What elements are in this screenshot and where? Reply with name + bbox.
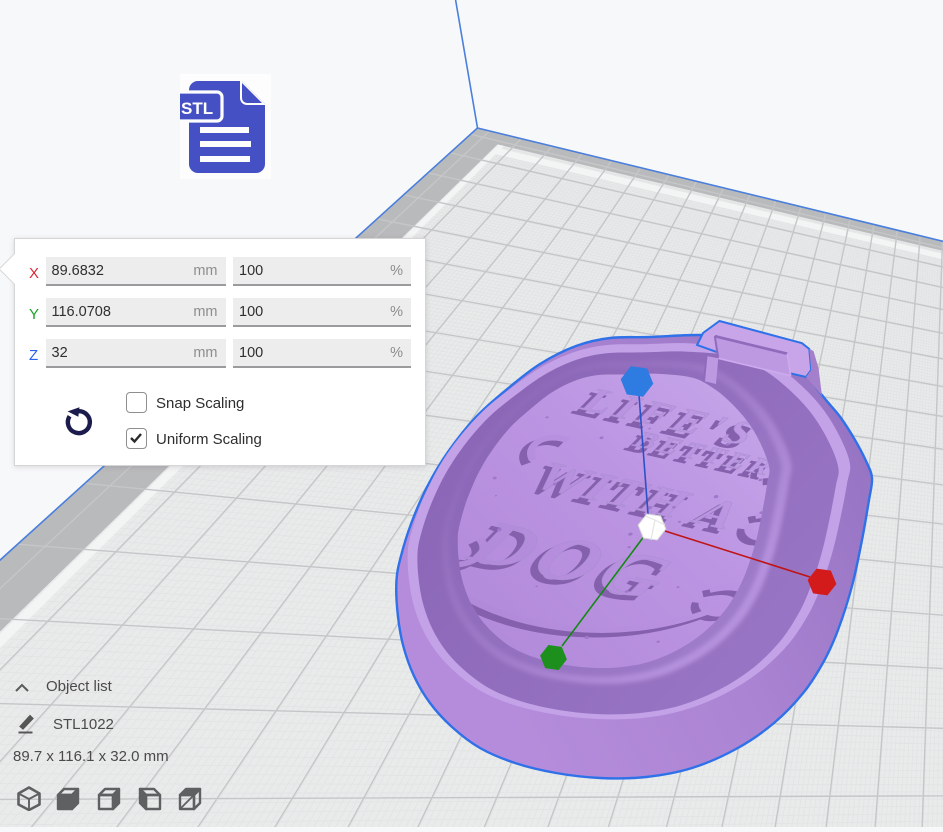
svg-text:STL: STL: [181, 99, 213, 118]
